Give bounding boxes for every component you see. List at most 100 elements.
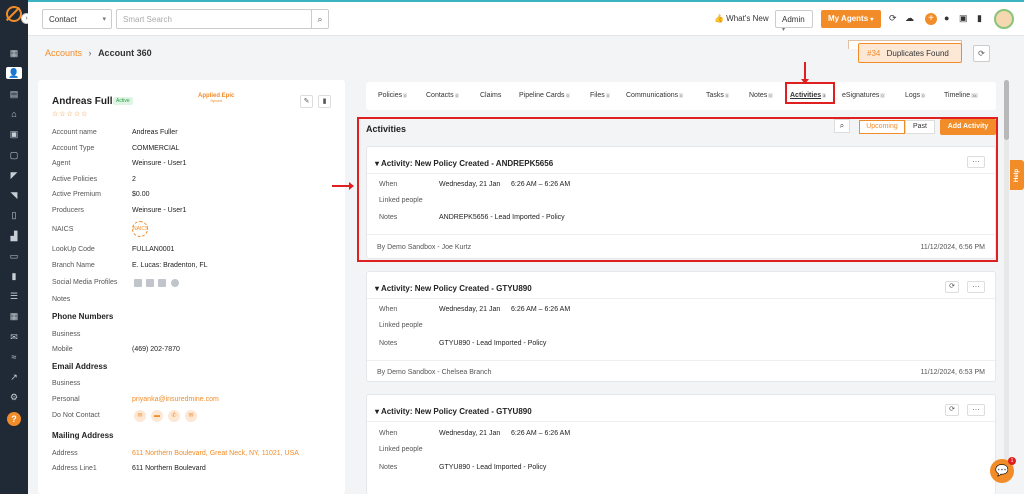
scrollbar-thumb[interactable] [1004, 80, 1009, 140]
dnc-mail-icon[interactable]: ✉ [185, 410, 197, 422]
field-label: Social Media Profiles [52, 279, 118, 286]
folder-icon[interactable]: ▭ [8, 250, 20, 262]
tab-label: Contacts [426, 92, 454, 99]
account-details-panel: Andreas Fuller Active ☆☆☆☆☆ Applied Epic… [38, 80, 345, 494]
bank-icon[interactable]: ⌂ [8, 108, 20, 120]
accounts-icon[interactable]: ▤ [8, 88, 20, 100]
when-time: 6:26 AM – 6:26 AM [511, 181, 571, 188]
role-select[interactable]: Admin ▾ [775, 10, 813, 33]
activity-title-text: Activity: New Policy Created - GTYU890 [380, 407, 532, 416]
tab-pipeline-cards[interactable]: Pipeline Cards 0 [519, 92, 570, 99]
document-icon[interactable]: ▯ [8, 209, 20, 221]
list-icon[interactable]: ☰ [8, 290, 20, 302]
clipboard-icon[interactable]: ▮ [8, 270, 20, 282]
bullhorn-icon[interactable]: ◤ [8, 169, 20, 181]
field-label: Do Not Contact [52, 412, 100, 419]
search-icon[interactable]: ⌕ [834, 119, 850, 133]
search-icon[interactable]: ⌕ [311, 9, 329, 29]
help-tab[interactable]: Help [1010, 160, 1024, 190]
tab-notes[interactable]: Notes 0 [749, 92, 773, 99]
contacts-icon[interactable]: 👤 [6, 67, 22, 79]
sync-icon[interactable]: ⟳ [945, 404, 959, 416]
activity-card: ▾ Activity: New Policy Created - GTYU890… [366, 394, 996, 494]
sync-icon[interactable]: ⟳ [945, 281, 959, 293]
notes-label: Notes [379, 340, 398, 347]
whats-new-link[interactable]: 👍 What's New [714, 14, 769, 23]
tab-count: 0 [724, 92, 730, 98]
more-options-icon[interactable]: ··· [967, 156, 985, 168]
bell-icon[interactable]: ● [944, 13, 949, 23]
trash-icon[interactable]: ▮ [977, 13, 982, 24]
field-value: COMMERCIAL [132, 145, 180, 152]
field-label: NAICS [52, 226, 74, 233]
chart-icon[interactable]: ▟ [8, 230, 20, 242]
naics-icon[interactable]: NAICS [132, 221, 148, 237]
more-options-icon[interactable]: ··· [967, 404, 985, 416]
activity-title[interactable]: ▾ Activity: New Policy Created - ANDREPK… [375, 159, 553, 168]
search-type-select[interactable]: Contact ▾ [42, 9, 112, 29]
tab-tasks[interactable]: Tasks 0 [706, 92, 730, 99]
dnc-chat-icon[interactable]: ▬ [151, 410, 163, 422]
tab-claims[interactable]: Claims [480, 92, 501, 99]
refresh-icon[interactable]: ⟳ [973, 45, 990, 62]
tab-label: Communications [626, 92, 679, 99]
field-label: LookUp Code [52, 246, 95, 253]
delete-icon[interactable]: ▮ [318, 95, 331, 108]
tab-esignatures[interactable]: eSignatures 0 [842, 92, 885, 99]
megaphone-icon[interactable]: ◥ [8, 189, 20, 201]
tab-count: 0 [679, 92, 684, 98]
edit-icon[interactable]: ✎ [300, 95, 313, 108]
upcoming-filter-button[interactable]: Upcoming [859, 120, 905, 134]
notes-value: GTYU890 - Lead Imported - Policy [439, 464, 547, 471]
activity-title[interactable]: ▾ Activity: New Policy Created - GTYU890 [375, 407, 532, 416]
smart-search-input[interactable]: Smart Search [116, 9, 312, 29]
address-link[interactable]: 611 Northern Boulevard, Great Neck, NY, … [132, 450, 299, 457]
settings-icon[interactable]: ⚙ [8, 391, 20, 403]
linkedin-icon[interactable] [134, 279, 142, 287]
dnc-phone-icon[interactable]: ✆ [168, 410, 180, 422]
dnc-email-icon[interactable]: ✉ [134, 410, 146, 422]
handshake-icon[interactable]: ≈ [8, 351, 20, 363]
field-value: Andreas Fuller [132, 129, 178, 136]
tab-label: Activities [790, 92, 822, 99]
twitter-icon[interactable] [158, 279, 166, 287]
add-activity-button[interactable]: Add Activity [940, 119, 996, 135]
trend-icon[interactable]: ↗ [8, 371, 20, 383]
field-label: Account name [52, 129, 97, 136]
tab-activities[interactable]: Activities 3 [790, 92, 827, 99]
scrollbar[interactable] [1004, 80, 1009, 480]
tab-count: 0 [880, 92, 885, 98]
past-filter-button[interactable]: Past [905, 120, 935, 134]
dashboard-icon[interactable]: ▦ [8, 47, 20, 59]
user-avatar[interactable] [994, 9, 1014, 29]
role-label: Admin [782, 15, 805, 24]
help-icon[interactable]: ? [7, 412, 21, 426]
duplicates-found-button[interactable]: #34 Duplicates Found [858, 43, 962, 63]
id-card-icon[interactable]: ▢ [8, 149, 20, 161]
globe-icon[interactable] [171, 279, 179, 287]
my-agents-button[interactable]: My Agents ▾ [821, 10, 881, 28]
tab-label: Policies [378, 92, 403, 99]
cloud-icon[interactable]: ☁ [905, 13, 914, 24]
add-icon[interactable]: + [925, 13, 937, 25]
activity-title[interactable]: ▾ Activity: New Policy Created - GTYU890 [375, 284, 532, 293]
tab-communications[interactable]: Communications 0 [626, 92, 684, 99]
tab-logs[interactable]: Logs 0 [905, 92, 926, 99]
mail-icon[interactable]: ✉ [8, 331, 20, 343]
email-link[interactable]: priyanka@insuredmine.com [132, 396, 219, 403]
mobile-value[interactable]: (469) 202-7870 [132, 346, 180, 353]
tab-files[interactable]: Files 0 [590, 92, 611, 99]
tab-policies[interactable]: Policies 0 [378, 92, 408, 99]
chip-icon[interactable]: ▣ [959, 13, 968, 24]
calendar-icon[interactable]: ▦ [8, 310, 20, 322]
tab-timeline[interactable]: Timeline 34 [944, 92, 978, 99]
more-options-icon[interactable]: ··· [967, 281, 985, 293]
chevron-down-icon: ▾ [870, 17, 874, 23]
sync-icon[interactable]: ⟳ [889, 13, 897, 24]
facebook-icon[interactable] [146, 279, 154, 287]
breadcrumb-accounts-link[interactable]: Accounts [45, 48, 82, 58]
tab-contacts[interactable]: Contacts 0 [426, 92, 459, 99]
rating-stars[interactable]: ☆☆☆☆☆ [52, 110, 88, 118]
briefcase-icon[interactable]: ▣ [8, 128, 20, 140]
when-date: Wednesday, 21 Jan [439, 306, 501, 313]
